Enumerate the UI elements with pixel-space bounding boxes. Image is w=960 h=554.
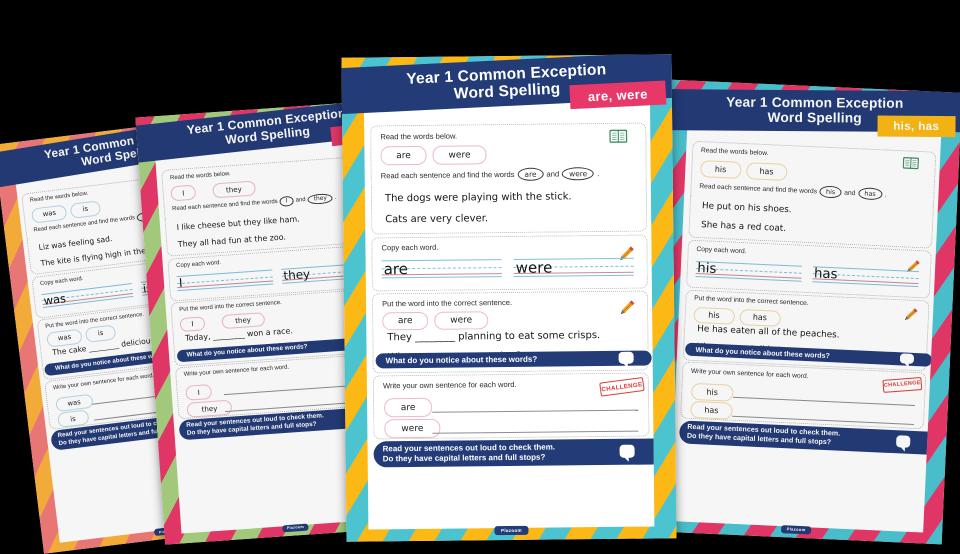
find-end: . (335, 195, 337, 201)
word-pill[interactable]: I (171, 185, 196, 202)
card-read-words: Read the words below.arewereRead each se… (370, 123, 647, 192)
plazoom-logo: Plazoom (494, 526, 528, 535)
find-end: . (885, 191, 887, 198)
word-pill[interactable]: has (746, 162, 788, 181)
sheet-inner: Read the words below.arewereRead each se… (364, 77, 655, 530)
footer-bar: Read your sentences out loud to check th… (373, 438, 654, 467)
handwriting-rule (177, 270, 273, 290)
example-sentence: She has a red coat. (701, 220, 786, 234)
copy-instruction: Copy each word. (176, 260, 221, 269)
word-badge: are, were (570, 81, 667, 110)
circled-word: has (858, 187, 883, 200)
copy-word-model: his (697, 262, 717, 277)
notice-bar: What do you notice about these words? (376, 351, 652, 369)
sheet-are-were[interactable]: Read the words below.arewereRead each se… (341, 54, 676, 541)
fill-sentence: He has eaten all of the peaches. (697, 324, 840, 340)
word-pill[interactable]: were (432, 145, 486, 165)
challenge-stamp: CHALLENGE (599, 377, 644, 397)
word-pill[interactable]: were (434, 311, 488, 330)
example-sentence: They all had fun at the zoo. (178, 232, 287, 249)
word-pill[interactable]: they (187, 399, 233, 418)
fill-instruction: Put the word into the correct sentence. (694, 295, 809, 307)
circled-word: I (280, 196, 294, 206)
word-pill[interactable]: his (693, 307, 735, 325)
word-pill[interactable]: his (690, 383, 733, 402)
word-pill[interactable]: are (384, 398, 432, 418)
title-line-1: Year 1 Common Exception (727, 94, 904, 111)
example-sentence: The dogs were playing with the stick. (385, 191, 572, 204)
pencil-icon (617, 298, 637, 318)
read-words-instruction: Read the words below. (380, 132, 457, 142)
word-pill[interactable]: has (690, 401, 733, 420)
copy-word-model: has (814, 267, 838, 282)
copy-word-model: are (384, 261, 408, 277)
card-own-sentence: Write your own sentence for each word. CH… (680, 362, 927, 430)
find-mid: and (546, 169, 559, 178)
find-mid: and (844, 189, 855, 196)
word-pill[interactable]: has (739, 309, 781, 327)
word-pill[interactable]: are (382, 312, 428, 330)
own-instruction: Write your own sentence for each word. (383, 380, 517, 390)
word-pill[interactable]: his (700, 160, 742, 179)
sheet-inner: Read the words below.hishasRead each sen… (670, 100, 942, 533)
word-pill[interactable]: they (212, 180, 256, 198)
fill-instruction: Put the word into the correct sentence. (179, 300, 282, 313)
example-sentence: Liz was feeling sad. (38, 234, 113, 252)
copy-instruction: Copy each word. (381, 243, 438, 253)
read-words-instruction: Read the words below. (170, 171, 231, 181)
find-end: . (597, 169, 599, 178)
speech-bubble-icon (900, 353, 914, 364)
plazoom-logo: Plazoom (781, 525, 811, 534)
circled-word: they (308, 193, 333, 204)
fill-instruction: Put the word into the correct sentence. (382, 298, 512, 308)
fill-sentence: They ________ planning to eat some crisp… (387, 330, 600, 343)
word-pill[interactable]: they (221, 312, 265, 330)
footer-line-2: Do they have capital letters and full st… (383, 453, 546, 465)
copy-word-model: were (516, 260, 553, 276)
example-sentence: Cats are very clever. (385, 213, 488, 225)
answer-line[interactable] (432, 410, 638, 413)
copy-instruction: Copy each word. (40, 276, 84, 287)
circled-word: his (819, 186, 841, 199)
speech-bubble-icon (619, 352, 634, 364)
find-pre: Read each sentence and find the words (699, 183, 817, 195)
word-pill[interactable]: was (55, 393, 93, 412)
find-mid: and (295, 197, 305, 204)
word-pill[interactable]: I (185, 384, 212, 401)
answer-line[interactable] (733, 397, 915, 406)
circled-word: are (517, 168, 543, 181)
speech-bubble-icon (620, 445, 635, 458)
pencil-icon (901, 305, 919, 323)
copy-word-model: was (43, 292, 67, 307)
copy-word-model: they (283, 268, 310, 283)
challenge-stamp: CHALLENGE (882, 377, 922, 393)
open-book-icon (609, 129, 627, 144)
example-sentence: He put on his shoes. (702, 201, 792, 215)
example-sentence: I like cheese but they like ham. (176, 214, 300, 232)
word-badge: his, has (878, 115, 956, 137)
answer-line[interactable] (432, 431, 638, 434)
poster-stage: Read the words below.wasisRead each sent… (0, 0, 960, 540)
word-pill[interactable]: were (384, 419, 440, 439)
word-pill[interactable]: are (380, 146, 426, 165)
find-words-instruction: Read each sentence and find the wordsare… (381, 167, 600, 182)
word-pill[interactable]: I (180, 316, 205, 332)
sheet-his-has[interactable]: Read the words below.hishasRead each sen… (650, 80, 960, 545)
word-pill[interactable]: was (31, 204, 68, 223)
card-own-sentence: Write your own sentence for each word. CH… (373, 373, 650, 440)
own-instruction: Write your own sentence for each word. (184, 365, 290, 378)
own-instruction: Write your own sentence for each word. (691, 368, 809, 380)
card-sentences: The dogs were playing with the stick. Cat… (371, 185, 647, 235)
find-pre: Read each sentence and find the words (172, 199, 278, 212)
word-pill[interactable]: is (70, 200, 101, 218)
card-copy-word: Copy each word. his has (686, 240, 932, 299)
circled-word: were (562, 167, 594, 180)
open-book-icon (903, 156, 919, 170)
card-copy-word: Copy each word. are were (371, 235, 648, 292)
find-pre: Read each sentence and find the words (381, 170, 515, 180)
speech-bubble-icon (896, 435, 910, 447)
read-words-instruction: Read the words below. (701, 148, 769, 158)
copy-instruction: Copy each word. (696, 246, 746, 255)
word-pill[interactable]: is (57, 410, 89, 429)
